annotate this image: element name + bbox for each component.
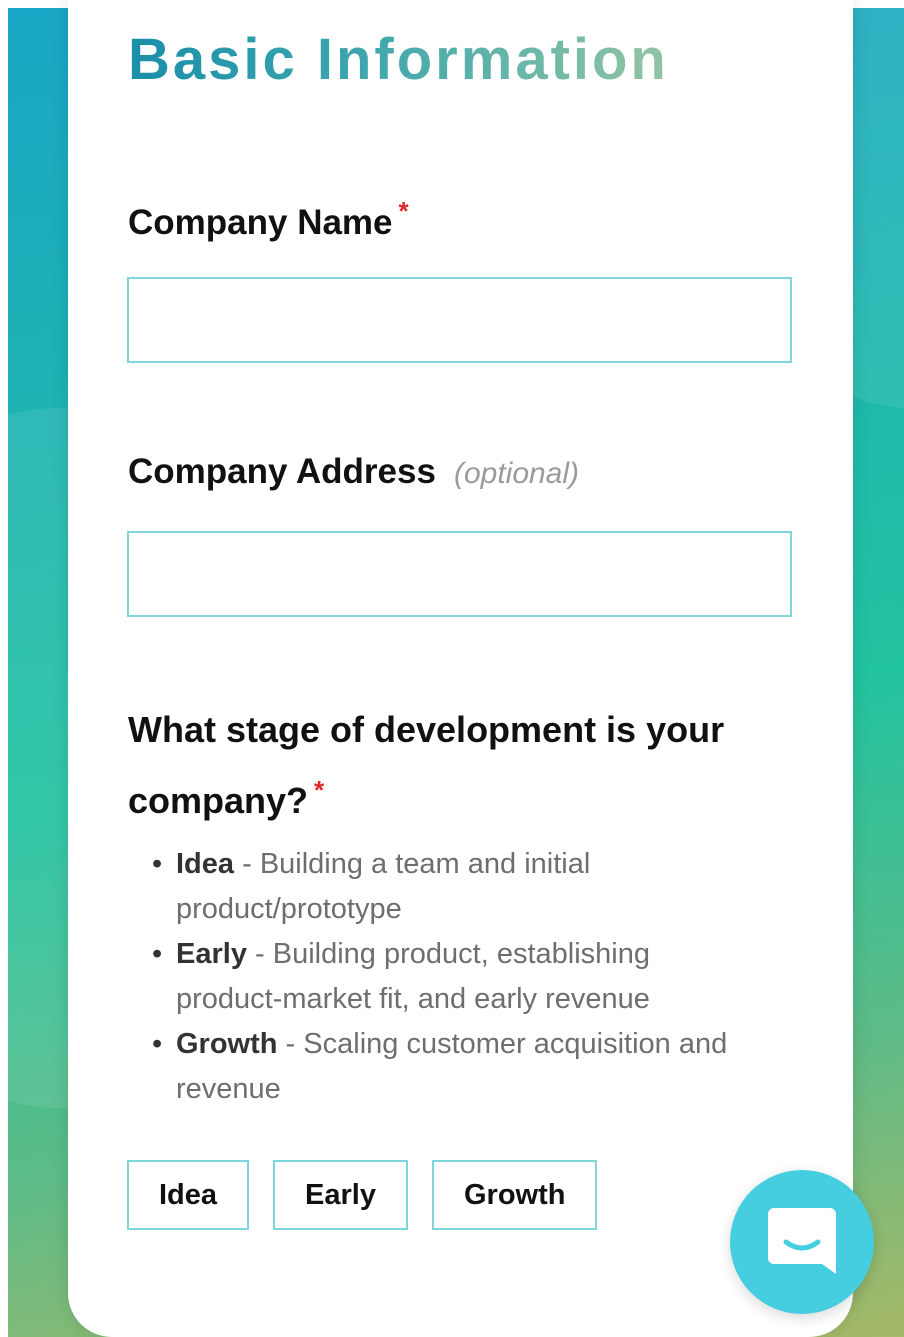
stage-name: Idea bbox=[176, 848, 235, 880]
stage-option-early-button[interactable]: Early bbox=[273, 1160, 408, 1230]
company-address-label: Company Address (optional) bbox=[128, 452, 579, 492]
stage-question-label: What stage of development is your compan… bbox=[128, 700, 768, 831]
form-card: Basic Information Company Name * Company … bbox=[68, 0, 853, 1337]
stage-option-idea-button[interactable]: Idea bbox=[127, 1160, 250, 1230]
required-marker: * bbox=[398, 196, 409, 226]
company-address-label-text: Company Address bbox=[128, 452, 436, 491]
bullet: • bbox=[152, 1028, 163, 1060]
section-title: Basic Information bbox=[128, 27, 669, 92]
stage-question-text: What stage of development is your compan… bbox=[128, 709, 725, 821]
stage-options: Idea Early Growth bbox=[127, 1160, 598, 1230]
chat-launcher-button[interactable] bbox=[730, 1170, 874, 1314]
company-name-label: Company Name * bbox=[128, 196, 409, 243]
list-item: • Early - Building product, establishing… bbox=[152, 932, 752, 1022]
chat-bubble-icon bbox=[768, 1208, 836, 1274]
bullet: • bbox=[152, 938, 163, 970]
list-item: • Growth - Scaling customer acquisition … bbox=[152, 1022, 752, 1112]
stage-option-growth-button[interactable]: Growth bbox=[431, 1160, 598, 1230]
stage-separator: - bbox=[246, 938, 273, 970]
company-address-input[interactable] bbox=[127, 531, 792, 617]
stage-separator: - bbox=[277, 1028, 304, 1060]
bullet: • bbox=[152, 848, 163, 880]
list-item: • Idea - Building a team and initial pro… bbox=[152, 842, 752, 932]
required-marker: * bbox=[314, 775, 325, 805]
stage-name: Early bbox=[176, 938, 247, 970]
company-name-label-text: Company Name bbox=[128, 203, 393, 242]
optional-note: (optional) bbox=[453, 457, 580, 490]
stage-descriptions-list: • Idea - Building a team and initial pro… bbox=[152, 842, 752, 1112]
stage-name: Growth bbox=[176, 1028, 278, 1060]
stage-separator: - bbox=[234, 848, 260, 880]
company-name-input[interactable] bbox=[127, 277, 792, 363]
